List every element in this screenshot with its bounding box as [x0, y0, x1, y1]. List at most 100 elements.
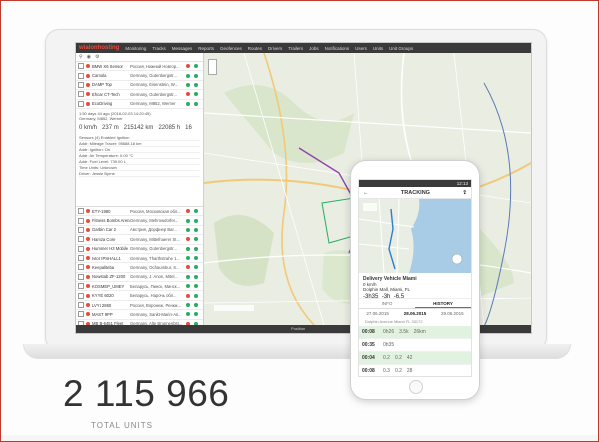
unit-name: Ehcar CT-Tech: [92, 91, 120, 97]
unit-checkbox[interactable]: [78, 217, 84, 224]
phone-tabs: INFO HISTORY: [359, 299, 471, 309]
unit-row[interactable]: Fitness Bombs Arena Germany, Mehrowdorfer…: [76, 216, 203, 226]
tab-history[interactable]: HISTORY: [415, 299, 471, 308]
unit-name: KYYE 6020: [92, 293, 114, 299]
unit-row[interactable]: DAMP Top Germany, Eisenstein, W...: [76, 81, 203, 91]
history-time: 00:04: [362, 355, 375, 361]
unit-name: Keepaliteba: [92, 264, 115, 270]
unit-checkbox[interactable]: [78, 208, 84, 215]
unit-checkbox[interactable]: [78, 283, 84, 290]
unit-status-icon: [186, 218, 190, 223]
unit-status-icon: [186, 209, 190, 214]
history-value: 0h35: [383, 342, 395, 348]
unit-row[interactable]: Ehcar CT-Tech Germany, Gutenbergstr...: [76, 90, 203, 100]
date-selected[interactable]: 28.06.2015: [404, 311, 427, 316]
unit-name: LVYI 2860: [92, 302, 112, 308]
unit-location: Germany, Eisenstein, W...: [130, 82, 179, 88]
unit-row[interactable]: Hamza Core Germany, Mittelhaerer St...: [76, 235, 203, 245]
settings-icon[interactable]: ⚙: [95, 54, 99, 60]
unit-checkbox[interactable]: [78, 72, 84, 79]
unit-connection-icon: [194, 209, 198, 214]
nav-geofences[interactable]: Geofences: [220, 46, 242, 51]
back-arrow-icon[interactable]: ←: [363, 190, 369, 196]
nav-monitoring[interactable]: Monitoring: [125, 46, 146, 51]
nav-tracks[interactable]: Tracks: [152, 46, 165, 51]
detail-hours: 22085 h: [158, 124, 181, 131]
map-zoom-controls[interactable]: [208, 59, 217, 75]
phone-header: ← TRACKING ⇪: [359, 187, 471, 199]
unit-row[interactable]: KOSMEP_UMEY Беларусь, Пинск, Минск...: [76, 282, 203, 292]
unit-checkbox[interactable]: [78, 245, 84, 252]
vehicle-card[interactable]: Delivery Vehicle Miami 0 km/h Dolphin Ma…: [359, 273, 471, 300]
unit-row[interactable]: BMW X6 Sensor Россия, Нижний Новгор...: [76, 62, 203, 72]
unit-row[interactable]: Ivtor IPSHALL1 Germany, Tharthstrahe 1...: [76, 254, 203, 264]
unit-checkbox[interactable]: [78, 292, 84, 299]
unit-location: Россия, Нижний Новгор...: [130, 63, 180, 69]
unit-status-icon: [186, 265, 190, 270]
unit-checkbox[interactable]: [78, 264, 84, 271]
nav-jobs[interactable]: Jobs: [309, 46, 319, 51]
nav-drivers[interactable]: Drivers: [268, 46, 282, 51]
tab-info[interactable]: INFO: [359, 299, 415, 308]
nav-trailers[interactable]: Trailers: [288, 46, 303, 51]
nav-reports[interactable]: Reports: [198, 46, 214, 51]
unit-connection-icon: [194, 303, 198, 308]
unit-checkbox[interactable]: [78, 236, 84, 243]
eye-icon[interactable]: ◉: [87, 54, 91, 60]
app-logo[interactable]: wialonhosting: [79, 45, 119, 51]
unit-row[interactable]: Camola Germany, Gutenbergstr...: [76, 71, 203, 81]
unit-checkbox[interactable]: [78, 100, 84, 107]
total-units-label: TOTAL UNITS: [91, 421, 153, 430]
unit-name: Camola: [92, 73, 107, 79]
unit-row[interactable]: Keepaliteba Germany, Ochaumbur, S...: [76, 263, 203, 273]
nav-units[interactable]: Units: [373, 46, 383, 51]
unit-checkbox[interactable]: [78, 226, 84, 233]
unit-row[interactable]: ETY-1980 Россия, Московская обл...: [76, 207, 203, 217]
nav-notifications[interactable]: Notifications: [325, 46, 350, 51]
history-row[interactable]: 00:35 0h35: [359, 339, 471, 352]
unit-icon: [86, 82, 90, 87]
unit-row[interactable]: Garbin Car 2 Австрия, Дорфнер Ваг...: [76, 226, 203, 236]
unit-row[interactable]: LVYI 2860 Россия, Воронеж, Ренкж...: [76, 301, 203, 311]
unit-status-icon: [186, 64, 190, 69]
unit-icon: [86, 218, 90, 223]
unit-icon: [86, 293, 90, 298]
filter-icon[interactable]: ⚲: [79, 54, 83, 60]
unit-checkbox[interactable]: [78, 255, 84, 262]
date-prev[interactable]: 27.06.2015: [366, 311, 389, 316]
unit-status-icon: [186, 256, 190, 261]
history-row[interactable]: 00:08 0.3 0.2 28: [359, 365, 471, 376]
unit-row[interactable]: EcoDriving Germany, M852, Werner: [76, 100, 203, 109]
unit-row[interactable]: Nowstab ZF-1200 Germany, J. Anon, Mitel..…: [76, 273, 203, 283]
unit-location: Беларусь, Нарочь обл...: [130, 293, 177, 299]
unit-checkbox[interactable]: [78, 63, 84, 70]
unit-checkbox[interactable]: [78, 91, 84, 98]
nav-messages[interactable]: Messages: [172, 46, 193, 51]
history-value: 0.2: [394, 355, 402, 361]
history-row[interactable]: 00:08 0h26 3.5k 26km: [359, 326, 471, 339]
unit-checkbox[interactable]: [78, 81, 84, 88]
unit-location: Germany, J. Anon, Mitel...: [130, 274, 178, 280]
history-value: 0.2: [383, 355, 390, 361]
phone-map[interactable]: [359, 199, 471, 273]
unit-checkbox[interactable]: [78, 311, 84, 318]
promo-frame: wialonhosting Monitoring Tracks Messages…: [0, 0, 599, 442]
unit-row[interactable]: Hummer H3 Mobile Germany, Gutenbergstr...: [76, 245, 203, 254]
phone-title: TRACKING: [400, 189, 430, 196]
unit-checkbox[interactable]: [78, 302, 84, 309]
nav-unit-groups[interactable]: Unit Groups: [389, 46, 413, 51]
unit-icon: [86, 246, 90, 251]
nav-users[interactable]: Users: [355, 46, 367, 51]
total-units-number: 2 115 966: [63, 373, 230, 414]
share-icon[interactable]: ⇪: [462, 190, 467, 196]
history-row[interactable]: 00:04 0.2 0.2 42: [359, 352, 471, 365]
unit-row[interactable]: KYYE 6020 Беларусь, Нарочь обл...: [76, 291, 203, 301]
nav-routes[interactable]: Routes: [248, 46, 262, 51]
unit-location: Австрия, Дорфнер Ваг...: [130, 227, 177, 233]
unit-location: Germany, Mittelhaerer St...: [130, 236, 180, 242]
unit-checkbox[interactable]: [78, 273, 84, 280]
unit-row[interactable]: MAST 9PP Germany, Sankt-Marin-As...: [76, 310, 203, 320]
date-next[interactable]: 29.06.2015: [441, 311, 464, 316]
unit-status-icon: [186, 73, 190, 78]
unit-icon: [86, 92, 90, 97]
